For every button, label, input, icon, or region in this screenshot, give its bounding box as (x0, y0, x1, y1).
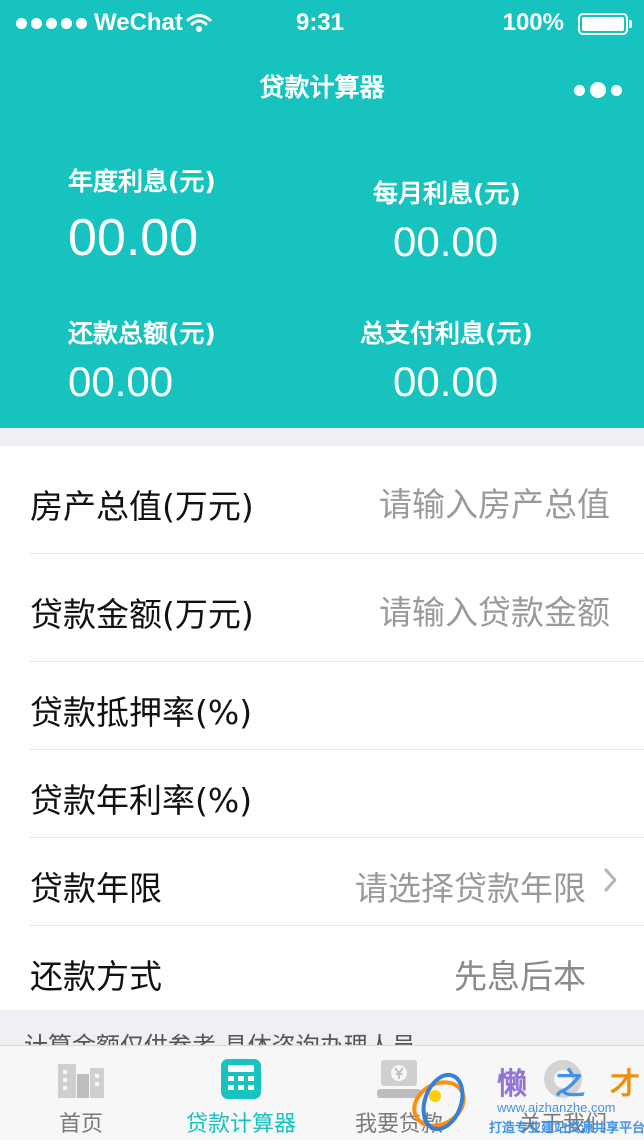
wifi-icon (186, 13, 212, 38)
property-value-input[interactable]: 请输入房产总值 (379, 478, 610, 526)
total-repayment-value: 00.00 (68, 358, 174, 405)
carrier-name: WeChat (94, 9, 183, 36)
loan-term-picker[interactable]: 请选择贷款年限 (355, 862, 586, 910)
tab-home-label: 首页 (58, 1112, 103, 1137)
tab-home[interactable]: 首页 (6, 1046, 156, 1141)
monthly-interest-value: 00.00 (393, 218, 499, 265)
battery-percentage: 100% (502, 9, 564, 36)
svg-text:打造专业建站资源共享平台: 打造专业建站资源共享平台 (489, 1120, 644, 1136)
calculator-icon (220, 1058, 262, 1104)
mortgage-rate-label: 贷款抵押率(%) (30, 693, 253, 732)
loan-amount-input[interactable]: 请输入贷款金额 (379, 586, 610, 634)
loan-amount-label: 贷款金额(万元) (30, 595, 254, 634)
svg-text:之: 之 (555, 1067, 585, 1102)
svg-text:懒: 懒 (497, 1067, 527, 1102)
property-value-row[interactable]: 房产总值(万元) 请输入房产总值 (30, 446, 644, 554)
loan-amount-row[interactable]: 贷款金额(万元) 请输入贷款金额 (30, 554, 644, 662)
signal-strength-icon (16, 18, 91, 29)
watermark-logo: 懒 之 才 www.aizhanzhe.com 打造专业建站资源共享平台 (405, 1058, 644, 1140)
clock: 9:31 (295, 9, 345, 36)
disclaimer-text: 计算金额仅供参考,具体咨询办理人员 (24, 1026, 416, 1045)
tab-loan-calculator[interactable]: 贷款计算器 (166, 1046, 316, 1141)
chevron-right-icon (604, 868, 618, 896)
annual-interest-value: 00.00 (68, 209, 199, 267)
annual-interest-label: 年度利息(元) (68, 167, 216, 196)
repayment-method-row[interactable]: 还款方式 先息后本 (30, 926, 644, 1010)
more-menu-icon[interactable] (569, 82, 622, 98)
annual-rate-row[interactable]: 贷款年利率(%) (30, 750, 644, 838)
mortgage-rate-row[interactable]: 贷款抵押率(%) (30, 662, 644, 750)
annual-rate-label: 贷款年利率(%) (30, 781, 253, 820)
property-value-label: 房产总值(万元) (30, 487, 254, 526)
total-interest-value: 00.00 (393, 358, 499, 405)
svg-text:才: 才 (610, 1067, 640, 1102)
monthly-interest-label: 每月利息(元) (373, 179, 521, 208)
disclaimer-band: 计算金额仅供参考,具体咨询办理人员 (0, 1010, 644, 1045)
summary-panel: WeChat 9:31 100% 贷款计算器 年度利息(元) 00.00 每月利… (0, 0, 644, 428)
battery-icon (578, 13, 632, 35)
repayment-method-value[interactable]: 先息后本 (454, 950, 586, 998)
section-divider (0, 428, 644, 446)
tab-loan-calculator-label: 贷款计算器 (185, 1112, 296, 1137)
total-repayment-label: 还款总额(元) (68, 319, 216, 348)
loan-term-label: 贷款年限 (30, 869, 162, 908)
home-building-icon (55, 1058, 107, 1104)
loan-term-row[interactable]: 贷款年限 请选择贷款年限 (30, 838, 644, 926)
status-bar: WeChat 9:31 100% (0, 0, 644, 48)
page-title: 贷款计算器 (259, 73, 385, 102)
repayment-method-label: 还款方式 (30, 957, 162, 996)
svg-text:www.aizhanzhe.com: www.aizhanzhe.com (496, 1100, 616, 1115)
total-interest-label: 总支付利息(元) (360, 319, 533, 348)
